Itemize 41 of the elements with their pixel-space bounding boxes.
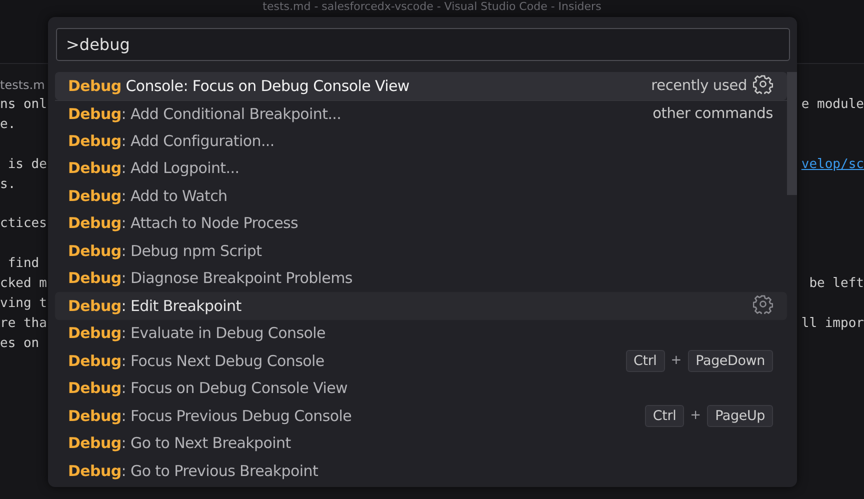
command-item[interactable]: Debug: Focus on Debug Console View — [55, 374, 787, 402]
command-item[interactable]: Debug: Focus Next Debug Console Ctrl + PageDown — [55, 347, 787, 374]
command-item[interactable]: Debug: Focus Previous Debug Console Ctrl + PageUp — [55, 402, 787, 430]
code-text: be left — [809, 275, 864, 294]
plus-sign: + — [670, 353, 682, 368]
key-cap: Ctrl — [644, 404, 684, 427]
command-item[interactable]: Debug: Attach to Node Process — [55, 210, 787, 237]
code-text: is de — [6, 156, 47, 174]
window-title: tests.md - salesforcedx-vscode - Visual Studio Code - Insiders — [262, 0, 602, 15]
command-item[interactable]: Debug: Add Configuration... — [55, 127, 787, 154]
command-item[interactable]: Debug: Add Logpoint... — [55, 154, 787, 182]
plus-sign: + — [690, 408, 702, 424]
scrollbar-thumb[interactable] — [787, 72, 797, 195]
code-text: s. — [0, 176, 16, 194]
code-text: ns onl — [0, 96, 47, 114]
code-text: re tha — [0, 314, 47, 333]
breadcrumb[interactable]: tests.m — [0, 78, 45, 92]
key-cap: PageUp — [707, 404, 773, 427]
code-link[interactable]: velop/sc — [801, 154, 864, 175]
command-item[interactable]: Debug: Edit Breakpoint — [55, 292, 787, 320]
code-text: cked m — [0, 275, 47, 294]
command-item[interactable]: Debug: Add Conditional Breakpoint... other commands — [55, 100, 787, 127]
code-text: ving t — [0, 294, 47, 313]
code-text: es on — [0, 334, 40, 353]
code-text: e. — [0, 116, 16, 134]
group-label: recently used — [651, 78, 747, 94]
code-text: ll impor — [801, 314, 864, 333]
command-input[interactable]: >debug — [56, 28, 790, 61]
code-text: find — [6, 255, 40, 274]
command-item[interactable]: Debug: Diagnose Breakpoint Problems — [55, 264, 787, 292]
key-cap: Ctrl — [626, 350, 665, 372]
command-item[interactable]: Debug: Evaluate in Debug Console — [55, 320, 787, 347]
group-label: other commands — [652, 106, 773, 122]
command-item[interactable]: Debug: Go to Previous Breakpoint — [55, 457, 787, 484]
command-item[interactable]: Debug: Debug npm Script — [55, 237, 787, 264]
command-item[interactable]: Debug: Go to Next Breakpoint — [55, 430, 787, 457]
code-text: ctices — [0, 215, 47, 234]
command-item[interactable]: Debug: Add to Watch — [55, 182, 787, 210]
code-text: e module — [801, 96, 864, 114]
key-cap: PageDown — [688, 350, 773, 372]
command-item[interactable]: Debug Console: Focus on Debug Console View recently used — [55, 72, 787, 100]
